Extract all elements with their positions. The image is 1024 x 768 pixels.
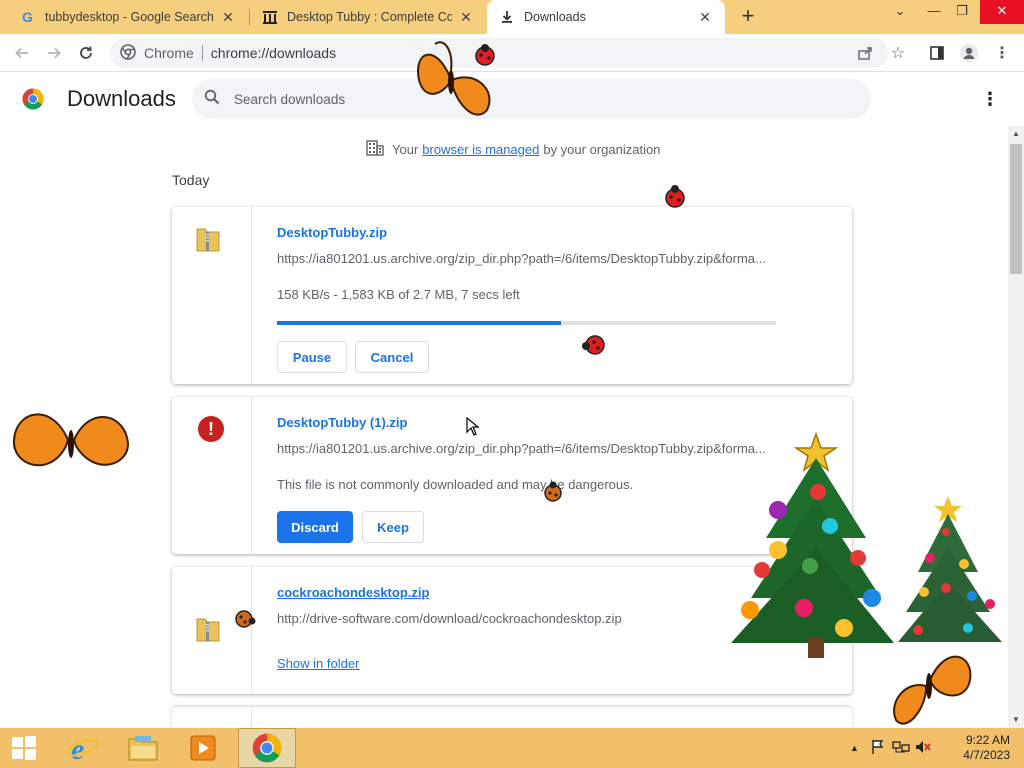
zip-folder-icon: [196, 618, 220, 642]
search-bar: [192, 79, 871, 119]
svg-text:e: e: [71, 733, 84, 763]
source-url: http://drive-software.com/download/cockr…: [277, 611, 622, 626]
keep-button[interactable]: Keep: [362, 511, 424, 543]
show-in-folder-link[interactable]: Show in folder: [277, 656, 359, 671]
scroll-down-arrow-icon[interactable]: ▼: [1008, 712, 1024, 728]
zip-folder-icon: [196, 228, 220, 252]
tab-title: tubbydesktop - Google Search: [45, 10, 214, 24]
network-icon[interactable]: [892, 739, 914, 758]
download-status: 158 KB/s - 1,583 KB of 2.7 MB, 7 secs le…: [277, 287, 520, 302]
scroll-thumb[interactable]: [1010, 144, 1022, 274]
danger-warning-text: This file is not commonly downloaded and…: [277, 477, 634, 492]
source-url: https://ia801201.us.archive.org/zip_dir.…: [277, 251, 766, 266]
chrome-icon[interactable]: [238, 728, 296, 768]
file-icon-column: [172, 567, 252, 694]
site-label: Chrome: [144, 45, 194, 61]
filename-link[interactable]: DesktopTubby.zip: [277, 225, 387, 240]
browser-managed-link[interactable]: browser is managed: [422, 142, 539, 157]
close-icon[interactable]: ✕: [220, 9, 236, 26]
windows-taskbar: e ▲ 9:22 AM 4/7/2023: [0, 728, 1024, 768]
butterfly-icon: [893, 655, 972, 725]
tab-downloads[interactable]: Downloads ✕: [487, 0, 725, 34]
bookmark-star-icon[interactable]: ☆: [887, 42, 909, 64]
search-input[interactable]: [234, 91, 834, 107]
tab-title: Downloads: [524, 10, 586, 24]
internet-explorer-icon[interactable]: e: [54, 728, 112, 768]
warning-icon: !: [198, 416, 224, 442]
search-icon: [204, 89, 220, 110]
forward-button[interactable]: [42, 41, 66, 65]
clock-date: 4/7/2023: [963, 748, 1010, 762]
browser-toolbar: Chrome chrome://downloads ☆ ⋮: [0, 34, 1024, 72]
tab-google-search[interactable]: G tubbydesktop - Google Search ✕: [8, 0, 248, 34]
close-icon[interactable]: ✕: [458, 9, 474, 26]
download-item: ! DesktopTubby (1).zip https://ia801201.…: [172, 397, 852, 554]
butterfly-icon: [12, 413, 130, 467]
show-hidden-icons-icon[interactable]: ▲: [850, 743, 864, 753]
progress-bar: [277, 321, 776, 325]
source-url: https://ia801201.us.archive.org/zip_dir.…: [277, 441, 766, 456]
new-tab-button[interactable]: +: [736, 5, 760, 29]
side-panel-icon[interactable]: [926, 42, 948, 64]
page-scrollbar[interactable]: ▲ ▼: [1008, 126, 1024, 728]
filename-link[interactable]: cockroachondesktop.zip: [277, 585, 429, 600]
profile-avatar-icon[interactable]: [958, 42, 980, 64]
chrome-logo-icon: [22, 88, 44, 110]
pause-button[interactable]: Pause: [277, 341, 347, 373]
volume-muted-icon[interactable]: [914, 739, 936, 758]
progress-fill: [277, 321, 562, 325]
chrome-menu-icon[interactable]: ⋮: [991, 42, 1013, 64]
taskbar-clock[interactable]: 9:22 AM 4/7/2023: [948, 733, 1010, 763]
file-icon-column: !: [172, 397, 252, 554]
restore-button[interactable]: ❐: [946, 0, 978, 24]
action-center-flag-icon[interactable]: [870, 739, 892, 758]
back-button[interactable]: [10, 41, 34, 65]
tab-strip: G tubbydesktop - Google Search ✕ Desktop…: [0, 0, 1024, 34]
download-item: DesktopTubby.zip https://ia801201.us.arc…: [172, 207, 852, 384]
file-icon-column: [172, 207, 252, 384]
tab-archive[interactable]: Desktop Tubby : Complete Contents ✕: [250, 0, 486, 34]
google-g-icon: G: [20, 9, 36, 25]
start-button[interactable]: [0, 728, 48, 768]
downloads-header: Downloads ⋮: [0, 72, 1008, 126]
discard-button[interactable]: Discard: [277, 511, 353, 543]
system-tray: ▲: [850, 728, 936, 768]
managed-notice: Your browser is managed by your organiza…: [366, 140, 660, 159]
download-item: cockroachondesktop.zip http://drive-soft…: [172, 567, 852, 694]
managed-suffix: by your organization: [543, 142, 661, 157]
close-window-button[interactable]: ✕: [980, 0, 1024, 24]
managed-prefix: Your: [392, 142, 419, 157]
share-icon[interactable]: [854, 42, 876, 64]
file-explorer-icon[interactable]: [114, 728, 172, 768]
scroll-up-arrow-icon[interactable]: ▲: [1008, 126, 1024, 142]
clock-time: 9:22 AM: [965, 733, 1010, 747]
close-icon[interactable]: ✕: [697, 9, 713, 26]
archive-org-icon: [262, 9, 278, 25]
chrome-site-icon: [120, 43, 136, 63]
reload-button[interactable]: [74, 41, 98, 65]
christmas-tree-icon: [898, 496, 1002, 642]
svg-text:G: G: [22, 9, 33, 25]
tab-title: Desktop Tubby : Complete Contents: [287, 10, 452, 24]
download-icon: [499, 9, 515, 25]
cancel-button[interactable]: Cancel: [355, 341, 429, 373]
url-text: chrome://downloads: [210, 45, 337, 61]
building-icon: [366, 140, 384, 159]
address-bar[interactable]: Chrome chrome://downloads: [110, 38, 888, 68]
page-title: Downloads: [67, 86, 176, 111]
date-section-label: Today: [172, 172, 210, 188]
tab-search-chevron-icon[interactable]: ⌄: [884, 0, 916, 24]
media-player-icon[interactable]: [174, 728, 232, 768]
divider: [201, 45, 203, 61]
filename-link[interactable]: DesktopTubby (1).zip: [277, 415, 407, 430]
more-actions-icon[interactable]: ⋮: [980, 88, 1000, 110]
